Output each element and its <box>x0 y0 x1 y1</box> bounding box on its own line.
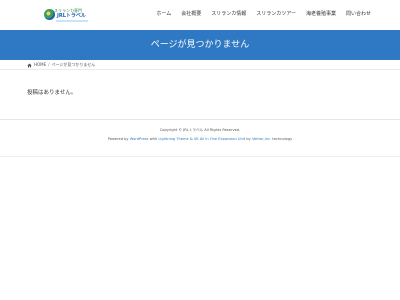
nav-item-contact[interactable]: 問い合わせ <box>346 11 371 18</box>
footer-copyright: Copyright © JRLトラベル All Rights Reserved. <box>159 128 241 132</box>
powered-amp: & <box>189 137 193 141</box>
nav-item-home[interactable]: ホーム <box>156 11 171 18</box>
breadcrumb-separator: / <box>48 62 50 67</box>
breadcrumb-home-link[interactable]: HOME <box>34 62 46 68</box>
main-content: 投稿はありません。 <box>27 88 76 96</box>
nav-item-company[interactable]: 会社概要 <box>181 11 201 18</box>
logo-name: JRLトラベル <box>57 13 86 19</box>
nav-item-shrimp-farming[interactable]: 海老養殖事業 <box>306 11 336 18</box>
site-logo[interactable]: スリランカ専門 JRLトラベル <box>44 8 88 22</box>
page-bottom-divider <box>0 156 400 157</box>
powered-by: by <box>246 137 251 141</box>
no-posts-message: 投稿はありません。 <box>27 90 77 96</box>
theme-link[interactable]: Lightning Theme <box>158 137 188 141</box>
vektor-link[interactable]: Vektor,Inc. <box>252 137 271 141</box>
page-header-banner: ページが見つかりません <box>0 30 400 60</box>
nav-item-srilanka-tour[interactable]: スリランカツアー <box>256 11 296 18</box>
breadcrumb: HOME / ページが見つかりません <box>0 60 400 70</box>
site-header: スリランカ専門 JRLトラベル ホーム 会社概要 スリランカ情報 スリランカツア… <box>0 0 400 30</box>
footer-powered-by: Powered by WordPress with Lightning Them… <box>0 137 400 141</box>
breadcrumb-current: ページが見つかりません <box>51 62 96 67</box>
nav-item-srilanka-info[interactable]: スリランカ情報 <box>211 11 246 18</box>
plugin-link[interactable]: VK All in One Expansion Unit <box>194 137 245 141</box>
powered-prefix: Powered by <box>107 137 129 141</box>
logo-underline <box>56 20 88 22</box>
powered-with: with <box>149 137 158 141</box>
powered-technology: technology <box>272 137 293 141</box>
wordpress-link[interactable]: WordPress <box>130 137 149 141</box>
footer-divider <box>0 119 400 120</box>
main-nav: ホーム 会社概要 スリランカ情報 スリランカツアー 海老養殖事業 問い合わせ <box>156 11 371 18</box>
home-icon <box>27 63 32 67</box>
page-title: ページが見つかりません <box>150 40 250 50</box>
